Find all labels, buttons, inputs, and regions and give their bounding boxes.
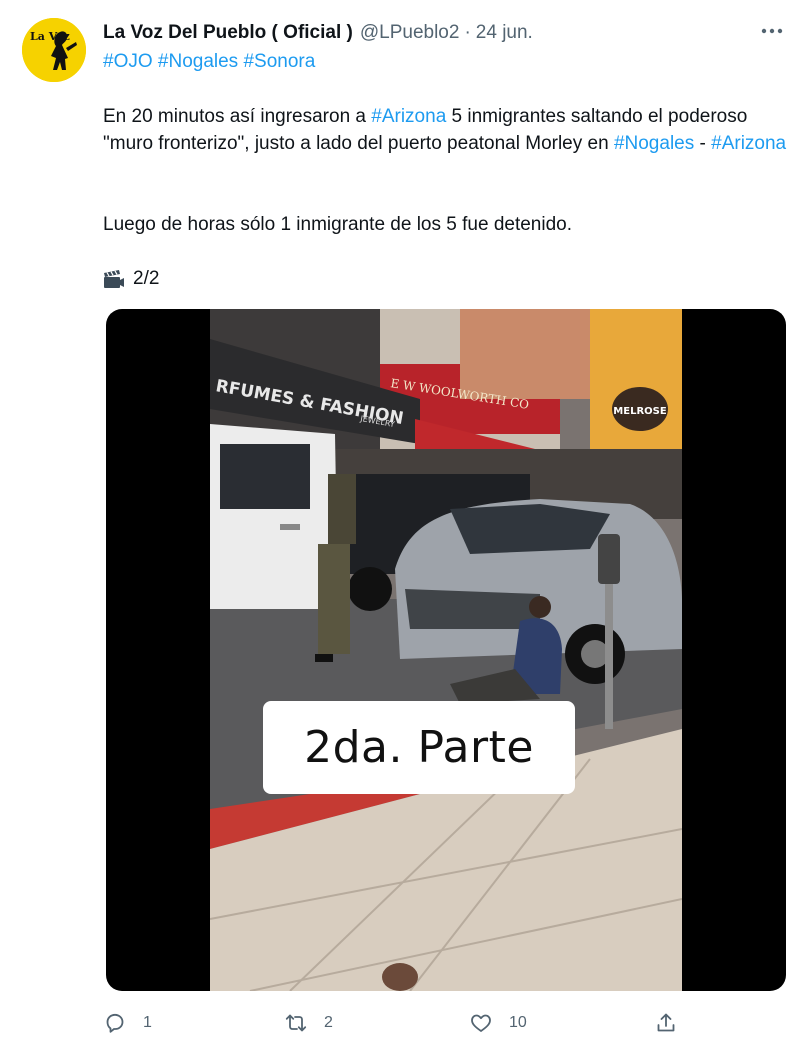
tweet-date[interactable]: 24 jun. <box>476 22 533 44</box>
hashtag-arizona[interactable]: #Arizona <box>371 106 446 127</box>
hashtags-line: #OJO #Nogales #Sonora <box>103 49 315 75</box>
tweet: La Voz La Voz Del Pueblo ( Oficial ) @LP… <box>0 0 800 1046</box>
author-display-name[interactable]: La Voz Del Pueblo ( Oficial ) <box>103 22 353 44</box>
hashtag-nogales-inline[interactable]: #Nogales <box>614 133 694 154</box>
video-caption-box: 2da. Parte <box>263 701 575 794</box>
tweet-paragraph-2: Luego de horas sólo 1 inmigrante de los … <box>103 214 572 235</box>
tweet-header: La Voz Del Pueblo ( Oficial ) @LPueblo2 … <box>103 20 780 46</box>
thread-counter-text: 2/2 <box>133 268 160 289</box>
separator-dot: · <box>464 22 471 43</box>
hashtag-nogales[interactable]: #Nogales <box>158 51 238 72</box>
like-count: 10 <box>509 1014 527 1031</box>
hashtag-sonora[interactable]: #Sonora <box>243 51 315 72</box>
share-icon <box>657 1013 675 1032</box>
video-player[interactable]: MELROSE RFUMES & FASHION JEWELRY E W WOO… <box>106 309 786 991</box>
body-text-separator: - <box>694 133 712 154</box>
retweet-button[interactable]: 2 <box>284 1006 333 1040</box>
video-frame: MELROSE RFUMES & FASHION JEWELRY E W WOO… <box>210 309 682 991</box>
more-options-icon[interactable] <box>758 18 786 44</box>
retweet-icon <box>285 1014 307 1032</box>
tweet-actions: 1 2 10 <box>103 1006 683 1040</box>
hashtag-ojo[interactable]: #OJO <box>103 51 153 72</box>
author-handle[interactable]: @LPueblo2 <box>360 22 460 44</box>
thread-counter: 2/2 <box>103 264 159 294</box>
sign-melrose: MELROSE <box>613 406 667 417</box>
video-caption: 2da. Parte <box>304 722 534 773</box>
avatar[interactable]: La Voz <box>22 18 86 82</box>
share-button[interactable] <box>654 1006 694 1040</box>
retweet-count: 2 <box>324 1014 333 1031</box>
reply-button[interactable]: 1 <box>103 1006 152 1040</box>
clapperboard-icon <box>104 270 124 288</box>
like-button[interactable]: 10 <box>469 1006 527 1040</box>
heart-icon <box>471 1014 491 1032</box>
body-text-part: En 20 minutos así ingresaron a <box>103 106 372 127</box>
reply-icon <box>106 1013 124 1033</box>
la-voz-logo: La Voz <box>22 18 86 82</box>
hashtag-arizona-inline[interactable]: #Arizona <box>711 133 786 154</box>
reply-count: 1 <box>143 1014 152 1031</box>
tweet-body: En 20 minutos así ingresaron a #Arizona … <box>103 103 793 157</box>
